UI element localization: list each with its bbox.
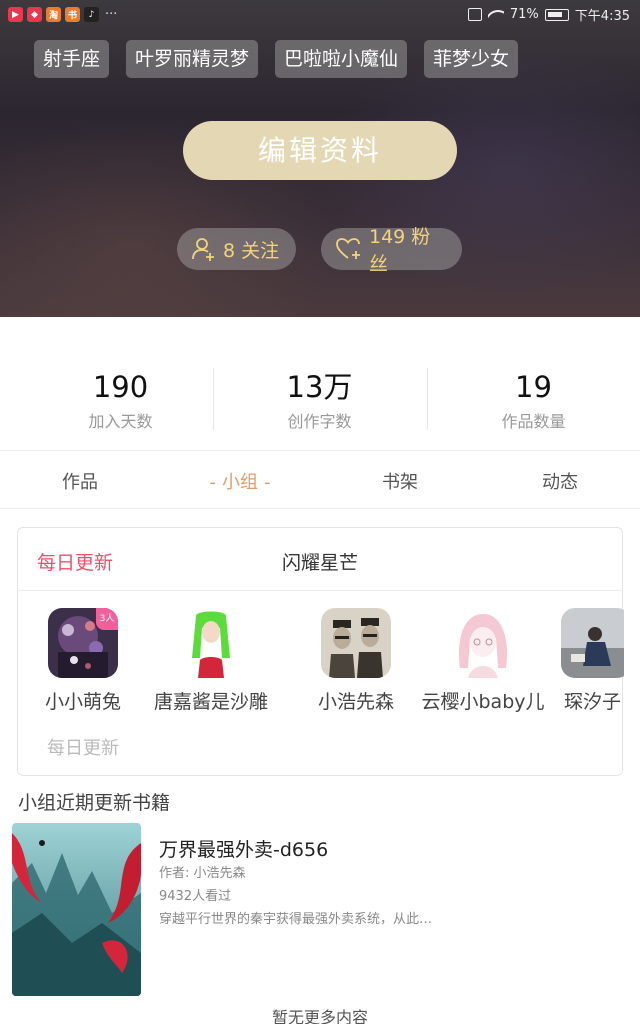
avatar — [448, 608, 518, 678]
group-name[interactable]: 闪耀星芒 — [282, 548, 358, 575]
book-views: 9432人看过 — [159, 889, 232, 904]
group-members: 3人 小小萌兔 唐嘉酱是沙雕 小浩先森 云樱小baby儿 琛汐子 — [18, 608, 624, 718]
stat-value: 190 — [92, 370, 149, 404]
follow-count-button[interactable]: 8 关注 — [177, 228, 296, 270]
member-name: 小浩先森 — [317, 691, 394, 713]
profile-header: ▶ ◆ 淘 书 ♪ ··· 71% 下午4:35 射手座 叶罗丽精灵梦 巴啦啦小… — [0, 0, 640, 317]
stat-value: 13万 — [286, 370, 353, 404]
clock: 下午4:35 — [574, 9, 630, 24]
profile-tag[interactable]: 巴啦啦小魔仙 — [275, 40, 408, 78]
daily-update-label[interactable]: 每日更新 — [37, 548, 113, 575]
daily-update-footer[interactable]: 每日更新 — [47, 734, 119, 760]
stat-words-written: 13万 创作字数 — [213, 369, 426, 432]
fans-count-label: 149 粉丝 — [369, 226, 431, 275]
heart-add-icon — [336, 238, 360, 259]
member-badge: 3人 — [96, 608, 118, 630]
status-app-icons: ▶ ◆ 淘 书 ♪ ··· — [8, 7, 117, 22]
book-author: 作者: 小浩先森 — [159, 866, 246, 881]
group-member[interactable]: 小浩先森 — [286, 608, 426, 714]
avatar — [321, 608, 391, 678]
tab-bookshelf[interactable]: 书架 — [320, 468, 480, 494]
stat-label: 创作字数 — [287, 412, 352, 431]
member-name: 琛汐子 — [564, 691, 622, 713]
stat-days-joined: 190 加入天数 — [14, 369, 227, 432]
member-name: 唐嘉酱是沙雕 — [153, 691, 268, 713]
avatar — [176, 608, 246, 678]
battery-icon — [544, 8, 569, 21]
group-card-header: 每日更新 闪耀星芒 — [18, 528, 622, 591]
person-add-icon — [192, 238, 214, 261]
status-bar: ▶ ◆ 淘 书 ♪ ··· 71% 下午4:35 — [0, 0, 640, 30]
group-member[interactable]: 唐嘉酱是沙雕 — [141, 608, 281, 714]
vibrate-icon — [467, 8, 482, 21]
shop-app-icon: ◆ — [27, 7, 42, 22]
tab-groups[interactable]: 小组 — [160, 468, 320, 494]
reader-app-icon: 书 — [65, 7, 80, 22]
book-description: 穿越平行世界的秦宇获得最强外卖系统，从此… — [159, 912, 433, 927]
stat-label: 加入天数 — [88, 412, 153, 431]
stat-value: 19 — [515, 370, 552, 404]
wifi-icon — [488, 8, 504, 21]
no-more-content: 暂无更多内容 — [271, 1008, 368, 1024]
profile-tag[interactable]: 叶罗丽精灵梦 — [126, 40, 259, 78]
member-name: 云樱小baby儿 — [421, 691, 545, 713]
group-card[interactable]: 每日更新 闪耀星芒 3人 小小萌兔 唐嘉酱是沙雕 小浩先森 云樱小baby儿 琛… — [17, 527, 624, 776]
tiktok-app-icon: ♪ — [84, 7, 99, 22]
book-cover — [12, 823, 141, 996]
follow-count-label: 8 关注 — [223, 239, 280, 262]
book-title: 万界最强外卖-d656 — [159, 839, 329, 861]
profile-tag[interactable]: 射手座 — [34, 40, 110, 78]
book-item[interactable]: 万界最强外卖-d656 作者: 小浩先森 9432人看过 穿越平行世界的秦宇获得… — [12, 823, 628, 998]
profile-tags: 射手座 叶罗丽精灵梦 巴啦啦小魔仙 菲梦少女 — [34, 40, 519, 78]
more-notifications-icon: ··· — [105, 7, 118, 22]
tab-works[interactable]: 作品 — [0, 468, 160, 494]
group-member[interactable]: 琛汐子 — [561, 608, 624, 714]
group-member[interactable]: 3人 小小萌兔 — [13, 608, 153, 714]
status-right: 71% 下午4:35 — [467, 5, 630, 24]
recent-books-title: 小组近期更新书籍 — [18, 792, 171, 814]
group-member[interactable]: 云樱小baby儿 — [413, 608, 553, 714]
video-app-icon: ▶ — [8, 7, 23, 22]
profile-stats: 190 加入天数 13万 创作字数 19 作品数量 — [0, 317, 640, 451]
avatar — [561, 608, 624, 678]
fans-count-button[interactable]: 149 粉丝 — [321, 226, 462, 275]
profile-tabs: 作品 小组 书架 动态 — [0, 451, 640, 509]
taobao-app-icon: 淘 — [46, 7, 61, 22]
tab-activity[interactable]: 动态 — [480, 468, 640, 494]
battery-percent: 71% — [509, 7, 539, 22]
edit-profile-button[interactable]: 编辑资料 — [183, 121, 457, 180]
profile-tag[interactable]: 菲梦少女 — [424, 40, 519, 78]
member-name: 小小萌兔 — [44, 691, 121, 713]
avatar: 3人 — [48, 608, 118, 678]
stat-label: 作品数量 — [501, 412, 566, 431]
stat-works-count: 19 作品数量 — [427, 369, 640, 432]
